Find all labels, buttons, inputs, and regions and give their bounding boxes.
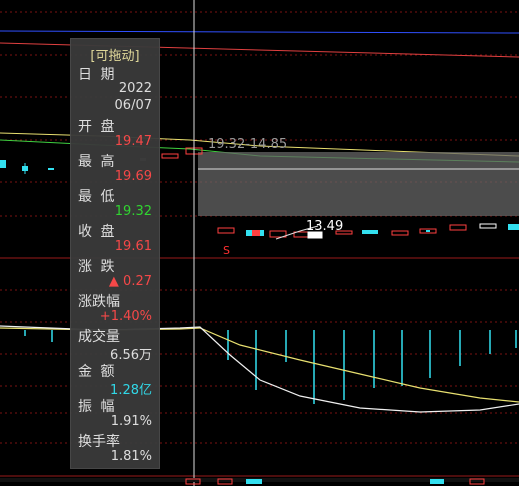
change-label: 涨 跌 [78, 259, 117, 275]
range-label: 19.32-14.85 [208, 137, 288, 152]
turnover-value: 1.81% [110, 449, 152, 464]
amplitude-value: 1.91% [110, 414, 152, 429]
high-label: 最 高 [78, 154, 117, 170]
data-panel[interactable]: [可拖动] 日 期 2022 06/07 开 盘 19.47 最 高 19.69… [70, 38, 160, 469]
turnover-label: 换手率 [78, 434, 120, 450]
low-price-label: 13.49 [306, 219, 344, 234]
sell-marker: S [223, 244, 230, 257]
change-pct-value: +1.40% [99, 309, 152, 324]
date-label: 日 期 [78, 67, 117, 83]
amount-label: 金 额 [78, 364, 117, 380]
date-day: 06/07 [114, 98, 152, 113]
amplitude-label: 振 幅 [78, 399, 117, 415]
date-year: 2022 [118, 81, 152, 96]
close-label: 收 盘 [78, 224, 117, 240]
high-value: 19.69 [114, 169, 152, 184]
close-value: 19.61 [114, 239, 152, 254]
open-label: 开 盘 [78, 119, 117, 135]
volume-label: 成交量 [78, 329, 120, 345]
change-pct-label: 涨跌幅 [78, 294, 120, 310]
low-label: 最 低 [78, 189, 117, 205]
drag-handle-label[interactable]: [可拖动] [71, 45, 159, 64]
open-value: 19.47 [114, 134, 152, 149]
range-highlight [198, 152, 519, 216]
change-value: ▲ 0.27 [108, 274, 152, 289]
low-value: 19.32 [114, 204, 152, 219]
